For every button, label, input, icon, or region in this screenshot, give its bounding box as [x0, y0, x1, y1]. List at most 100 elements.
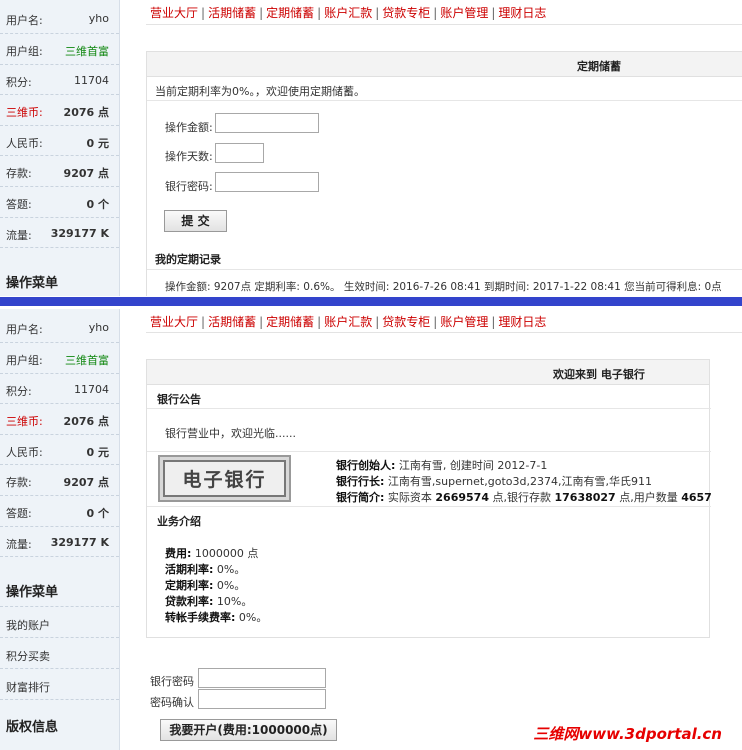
answers-label: 答题:: [6, 197, 32, 211]
sidebar-row-username: 用户名: yho: [0, 0, 119, 34]
open-password-input[interactable]: [198, 668, 326, 688]
confirm-password-input[interactable]: [198, 689, 326, 709]
nav-remittance[interactable]: 账户汇款: [324, 315, 372, 329]
nav-log[interactable]: 理财日志: [498, 315, 546, 329]
nav-lobby[interactable]: 营业大厅: [150, 315, 198, 329]
rmb-label: 人民币:: [6, 445, 43, 459]
coins-value: 2076 点: [63, 106, 109, 120]
group-label: 用户组:: [6, 354, 43, 367]
president-line: 银行行长: 江南有雪,supernet,goto3d,2374,江南有雪,华氏9…: [336, 473, 652, 489]
username-label: 用户名:: [6, 323, 43, 336]
intro-line: 银行简介: 实际资本 2669574 点,银行存款 17638027 点,用户数…: [336, 489, 712, 505]
sidebar-row-group: 用户组: 三维首富: [0, 34, 119, 65]
username-value: yho: [88, 12, 109, 25]
intro-users: 4657: [681, 491, 712, 504]
group-value: 三维首富: [65, 45, 109, 58]
menu-title: 操作菜单: [0, 581, 119, 608]
sidebar-row-deposit: 存款: 9207 点: [0, 156, 119, 187]
deposit-label: 存款:: [6, 476, 32, 490]
service-loan-rate-label: 贷款利率:: [165, 595, 214, 608]
intro-deposit: 17638027: [554, 491, 616, 504]
intro-part2: 点,银行存款: [492, 491, 551, 504]
rmb-value: 0 元: [86, 445, 109, 459]
nav-bar: 营业大厅 | 活期储蓄 | 定期储蓄 | 账户汇款 | 贷款专柜 | 账户管理 | 理财日志: [150, 6, 547, 20]
amount-input[interactable]: [215, 113, 319, 133]
points-value: 11704: [74, 73, 109, 87]
coins-label: 三维币:: [6, 415, 43, 429]
nav-loan[interactable]: 贷款专柜: [382, 315, 430, 329]
service-current-rate: 活期利率: 0%。: [165, 561, 245, 577]
sidebar-row-group: 用户组: 三维首富: [0, 343, 119, 374]
answers-value: 0 个: [86, 197, 109, 211]
bank-logo: 电子银行: [158, 455, 291, 502]
submit-button[interactable]: 提 交: [164, 210, 227, 232]
bank-panel: 用户名: yho 用户组: 三维首富 积分: 11704 三维币: 2076 点 人民币…: [0, 309, 742, 750]
service-fee: 费用: 1000000 点: [165, 545, 258, 561]
sidebar-row-deposit: 存款: 9207 点: [0, 465, 119, 496]
service-current-rate-value: 0%。: [216, 563, 246, 576]
announce-title: 银行公告: [157, 393, 201, 406]
sidebar-row-rmb: 人民币: 0 元: [0, 435, 119, 466]
founder-line: 银行创始人: 江南有雪, 创建时间 2012-7-1: [336, 457, 547, 473]
password-input[interactable]: [215, 172, 319, 192]
open-account-button[interactable]: 我要开户(费用:1000000点): [160, 719, 337, 741]
sidebar-row-traffic: 流量: 329177 K: [0, 218, 119, 249]
menu-title: 操作菜单: [6, 276, 59, 292]
traffic-value: 329177 K: [50, 226, 109, 240]
nav-current-deposit[interactable]: 活期储蓄: [208, 315, 256, 329]
service-fee-value: 1000000 点: [194, 547, 259, 560]
service-fixed-rate-label: 定期利率:: [165, 579, 214, 592]
service-fixed-rate: 定期利率: 0%。: [165, 577, 245, 593]
days-label: 操作天数:: [165, 150, 213, 163]
nav-lobby[interactable]: 营业大厅: [150, 6, 198, 20]
intro-part3: 点,用户数量: [619, 491, 678, 504]
days-input[interactable]: [215, 143, 264, 163]
nav-account[interactable]: 账户管理: [440, 6, 488, 20]
points-value: 11704: [74, 382, 109, 396]
nav-fixed-deposit[interactable]: 定期储蓄: [266, 6, 314, 20]
nav-remittance[interactable]: 账户汇款: [324, 6, 372, 20]
deposit-box: 定期储蓄 当前定期利率为0%。，欢迎使用定期储蓄。 操作金额: 操作天数: 银行…: [146, 51, 742, 296]
nav-log[interactable]: 理财日志: [498, 6, 546, 20]
deposit-value: 9207 点: [63, 167, 109, 181]
coins-label: 三维币:: [6, 106, 43, 120]
menu-points-trade[interactable]: 积分买卖: [0, 638, 119, 670]
service-loan-rate: 贷款利率: 10%。: [165, 593, 252, 609]
points-label: 积分:: [6, 384, 32, 398]
menu-wealth-rank[interactable]: 财富排行: [0, 669, 119, 701]
traffic-label: 流量:: [6, 228, 32, 242]
sidebar-row-answers: 答题: 0 个: [0, 496, 119, 527]
bank-title-bar: 欢迎来到 电子银行: [147, 360, 709, 385]
site-watermark: 三维网www.3dportal.cn: [533, 725, 722, 743]
announce-text: 银行营业中，欢迎光临......: [165, 427, 296, 440]
records-title: 我的定期记录: [155, 253, 221, 266]
service-fee-label: 费用:: [165, 547, 192, 560]
intro-capital: 2669574: [435, 491, 489, 504]
nav-divider-2: [146, 332, 742, 333]
points-label: 积分:: [6, 75, 32, 89]
sidebar-row-points: 积分: 11704: [0, 374, 119, 405]
coins-value: 2076 点: [63, 415, 109, 429]
panel-divider: [0, 296, 742, 309]
traffic-label: 流量:: [6, 537, 32, 551]
group-label: 用户组:: [6, 45, 43, 58]
nav-fixed-deposit[interactable]: 定期储蓄: [266, 315, 314, 329]
sidebar-row-coins: 三维币: 2076 点: [0, 404, 119, 435]
menu-my-account[interactable]: 我的账户: [0, 607, 119, 639]
answers-label: 答题:: [6, 506, 32, 520]
password-label: 银行密码:: [165, 180, 213, 193]
answers-value: 0 个: [86, 506, 109, 520]
sidebar-row-points: 积分: 11704: [0, 65, 119, 96]
deposit-title-bar: 定期储蓄: [147, 52, 742, 77]
nav-loan[interactable]: 贷款专柜: [382, 6, 430, 20]
deposit-record: 操作金额: 9207点 定期利率: 0.6%。 生效时间: 2016-7-26 …: [165, 281, 722, 293]
sidebar-row-answers: 答题: 0 个: [0, 187, 119, 218]
username-label: 用户名:: [6, 14, 43, 27]
service-transfer-fee-value: 0%。: [238, 611, 268, 624]
intro-part1: 实际资本: [387, 491, 432, 504]
nav-account[interactable]: 账户管理: [440, 315, 488, 329]
intro-label: 银行简介:: [336, 491, 385, 504]
sidebar: 用户名: yho 用户组: 三维首富 积分: 11704 三维币: 2076 点 人民币…: [0, 0, 120, 296]
service-loan-rate-value: 10%。: [216, 595, 253, 608]
nav-current-deposit[interactable]: 活期储蓄: [208, 6, 256, 20]
